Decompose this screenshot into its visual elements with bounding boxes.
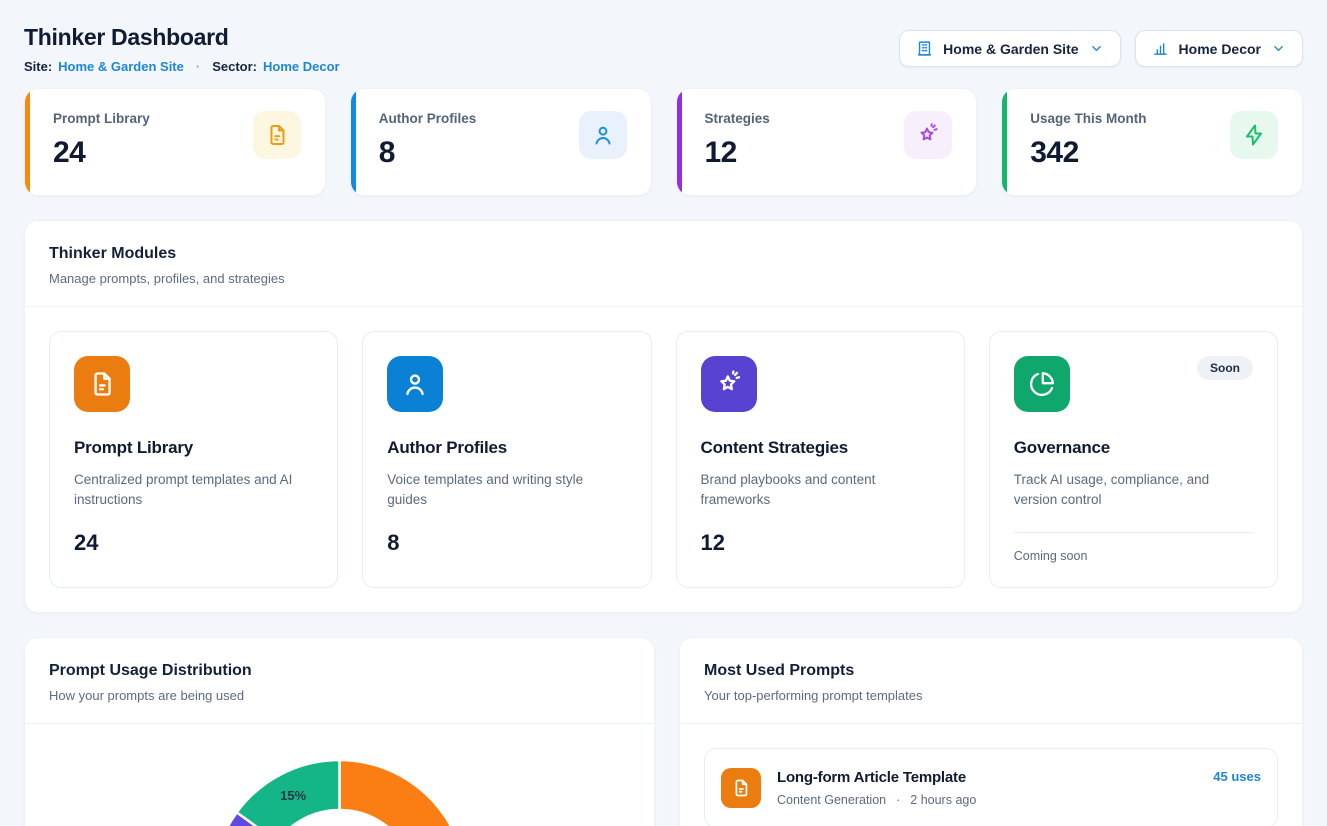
chevron-down-icon [1089,41,1104,56]
most-used-subtitle: Your top-performing prompt templates [704,688,1278,703]
stat-label: Usage This Month [1030,111,1146,126]
usage-distribution-subtitle: How your prompts are being used [49,688,630,703]
usage-distribution-title: Prompt Usage Distribution [49,662,630,680]
topbar-actions: Home & Garden Site Home Decor [899,30,1303,67]
most-used-title: Most Used Prompts [704,662,1278,680]
module-title: Governance [1014,438,1253,458]
document-icon [74,356,130,412]
prompt-title: Long-form Article Template [777,769,1197,786]
module-description: Voice templates and writing style guides [387,470,626,510]
stat-accent-bar [1002,89,1007,195]
stat-card[interactable]: Usage This Month 342 [1001,88,1303,196]
document-icon [253,111,301,159]
usage-distribution-card: Prompt Usage Distribution How your promp… [24,637,655,826]
stat-value: 8 [379,136,477,170]
stat-accent-bar [677,89,682,195]
bar-chart-icon [1152,40,1169,57]
prompt-list-item[interactable]: Long-form Article Template Content Gener… [704,748,1278,826]
stats-row: Prompt Library 24 Author Profiles 8 Stra… [24,88,1303,196]
modules-header: Thinker Modules Manage prompts, profiles… [25,221,1302,307]
module-description: Brand playbooks and content frameworks [701,470,940,510]
modules-grid: Prompt Library Centralized prompt templa… [25,307,1302,612]
donut-chart: 15% [25,724,654,826]
dashboard-page: Thinker Dashboard Site: Home & Garden Si… [0,0,1327,826]
bolt-icon [1230,111,1278,159]
module-count: 12 [701,530,940,556]
title-block: Thinker Dashboard Site: Home & Garden Si… [24,24,340,74]
stat-accent-bar [25,89,30,195]
module-count: 24 [74,530,313,556]
separator-dot: · [196,59,200,74]
module-card[interactable]: Prompt Library Centralized prompt templa… [49,331,338,588]
sparkle-star-icon [701,356,757,412]
module-title: Content Strategies [701,438,940,458]
building-icon [916,40,933,57]
site-selector-label: Home & Garden Site [943,41,1078,57]
module-card[interactable]: Author Profiles Voice templates and writ… [362,331,651,588]
module-description: Centralized prompt templates and AI inst… [74,470,313,510]
sector-label: Sector: [212,59,257,74]
coming-soon-text: Coming soon [1014,549,1253,563]
donut-slice-slice-orange[interactable] [340,760,467,826]
most-used-header: Most Used Prompts Your top-performing pr… [680,638,1302,724]
module-card[interactable]: Content Strategies Brand playbooks and c… [676,331,965,588]
stat-value: 342 [1030,136,1146,170]
chevron-down-icon [1271,41,1286,56]
stat-card[interactable]: Prompt Library 24 [24,88,326,196]
pie-chart-icon [1014,356,1070,412]
donut-chart-svg: 15% [25,724,654,826]
sector-selector-label: Home Decor [1179,41,1261,57]
modules-subtitle: Manage prompts, profiles, and strategies [49,271,1278,286]
modules-title: Thinker Modules [49,245,1278,263]
donut-slice-label: 15% [280,788,306,803]
user-icon [579,111,627,159]
user-icon [387,356,443,412]
sector-link[interactable]: Home Decor [263,59,340,74]
stat-accent-bar [351,89,356,195]
separator-dot: · [896,793,900,807]
module-title: Author Profiles [387,438,626,458]
site-label: Site: [24,59,52,74]
usage-distribution-header: Prompt Usage Distribution How your promp… [25,638,654,724]
module-card[interactable]: Governance Track AI usage, compliance, a… [989,331,1278,588]
page-title: Thinker Dashboard [24,24,340,51]
module-description: Track AI usage, compliance, and version … [1014,470,1253,510]
soon-badge: Soon [1197,356,1253,380]
bottom-row: Prompt Usage Distribution How your promp… [24,637,1303,826]
thinker-modules-card: Thinker Modules Manage prompts, profiles… [24,220,1303,613]
site-link[interactable]: Home & Garden Site [58,59,184,74]
prompt-uses-badge: 45 uses [1213,769,1261,784]
module-count: 8 [387,530,626,556]
document-icon [721,768,761,808]
sector-selector-dropdown[interactable]: Home Decor [1135,30,1303,67]
divider [1014,532,1253,533]
stat-card[interactable]: Author Profiles 8 [350,88,652,196]
most-used-prompts-card: Most Used Prompts Your top-performing pr… [679,637,1303,826]
sparkle-star-icon [904,111,952,159]
prompt-time: 2 hours ago [910,793,976,807]
breadcrumb: Site: Home & Garden Site · Sector: Home … [24,59,340,74]
stat-label: Prompt Library [53,111,150,126]
module-title: Prompt Library [74,438,313,458]
stat-value: 24 [53,136,150,170]
stat-card[interactable]: Strategies 12 [676,88,978,196]
prompt-category: Content Generation [777,793,886,807]
header: Thinker Dashboard Site: Home & Garden Si… [24,0,1303,74]
prompts-list: Long-form Article Template Content Gener… [680,724,1302,826]
stat-value: 12 [705,136,770,170]
stat-label: Strategies [705,111,770,126]
site-selector-dropdown[interactable]: Home & Garden Site [899,30,1120,67]
stat-label: Author Profiles [379,111,477,126]
